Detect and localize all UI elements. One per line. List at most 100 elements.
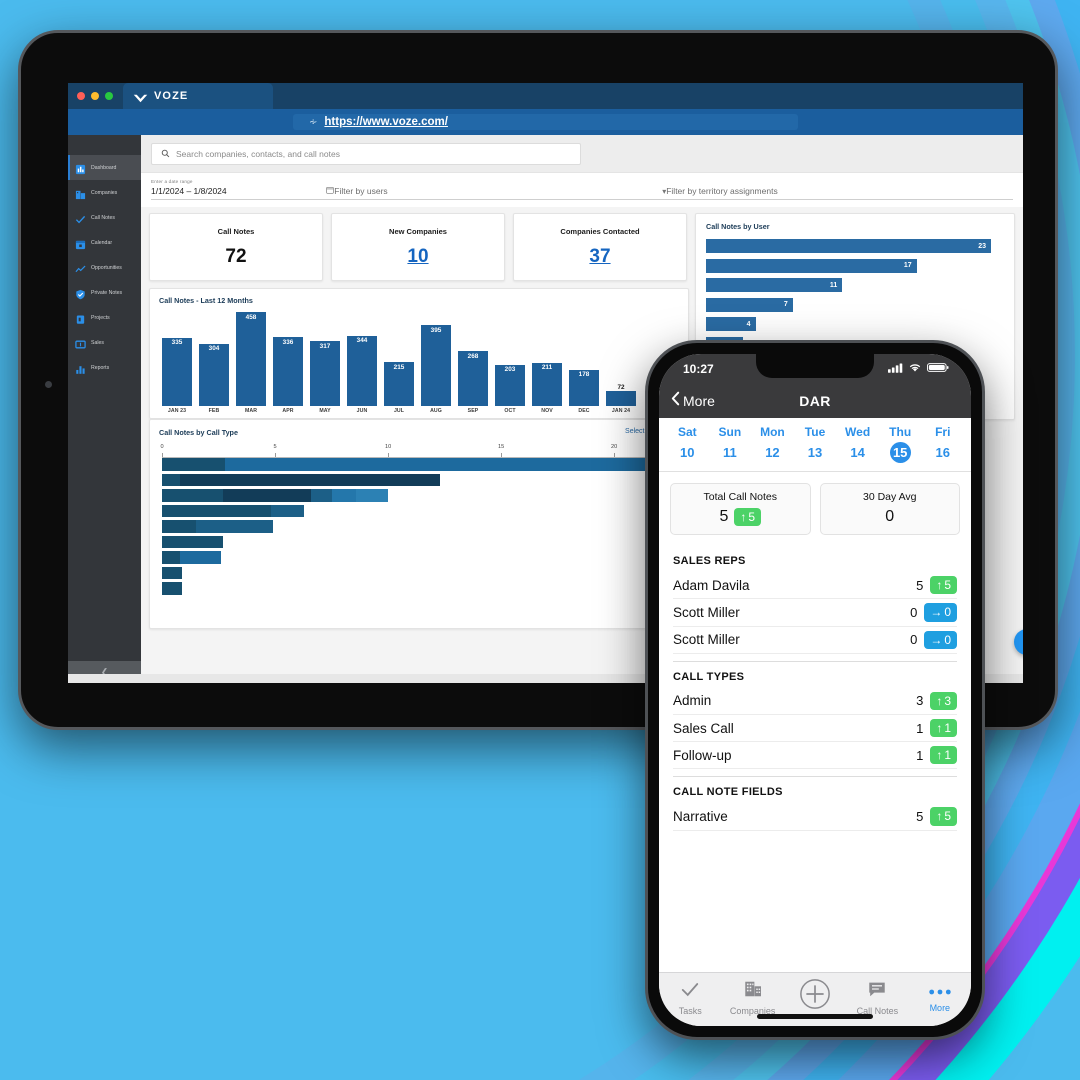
- call-type-bar[interactable]: [162, 535, 679, 548]
- sidebar-item-call-notes[interactable]: Call Notes: [68, 205, 141, 230]
- day-number[interactable]: 12: [762, 442, 783, 463]
- window-traffic-lights[interactable]: [68, 83, 123, 109]
- close-window-button[interactable]: [77, 92, 85, 100]
- zoom-window-button[interactable]: [105, 92, 113, 100]
- day-number[interactable]: 15: [889, 442, 911, 463]
- user-bar[interactable]: 23: [706, 239, 991, 253]
- day-number[interactable]: 16: [932, 442, 953, 463]
- sidebar-item-projects[interactable]: Projects: [68, 305, 141, 330]
- call-type-segment[interactable]: [162, 504, 271, 517]
- sidebar-item-calendar[interactable]: Calendar: [68, 230, 141, 255]
- sidebar-item-reports[interactable]: Reports: [68, 355, 141, 380]
- call-type-segment[interactable]: [162, 473, 181, 486]
- back-button[interactable]: More: [671, 391, 715, 411]
- call-type-segment[interactable]: [162, 551, 181, 564]
- monthly-bar[interactable]: 336: [273, 337, 303, 406]
- territory-filter-placeholder[interactable]: Filter by territory assignments: [666, 186, 777, 196]
- day-number[interactable]: 11: [719, 442, 740, 463]
- day-number[interactable]: 14: [847, 442, 868, 463]
- day-strip-item[interactable]: Fri 16: [921, 425, 964, 463]
- call-type-bar[interactable]: [162, 582, 679, 595]
- sidebar-item-companies[interactable]: Companies: [68, 180, 141, 205]
- monthly-bar[interactable]: 203: [495, 364, 525, 406]
- monthly-bar[interactable]: 458: [236, 312, 266, 406]
- tab-tasks[interactable]: Tasks: [659, 979, 721, 1016]
- call-type-bar[interactable]: [162, 566, 679, 579]
- day-strip-item[interactable]: Wed 14: [836, 425, 879, 463]
- monthly-bar[interactable]: 317: [310, 341, 340, 406]
- call-type-bar[interactable]: [162, 551, 679, 564]
- call-type-segment[interactable]: [162, 520, 196, 533]
- monthly-bar[interactable]: 395: [421, 325, 451, 406]
- day-strip-item[interactable]: Sat 10: [666, 425, 709, 463]
- list-item[interactable]: Adam Davila 5 ↑ 5: [673, 572, 957, 600]
- calendar-picker-icon[interactable]: [326, 186, 334, 196]
- kpi-value-link[interactable]: 37: [589, 246, 610, 268]
- user-bar[interactable]: 17: [706, 258, 917, 273]
- call-type-segment[interactable]: [223, 489, 312, 502]
- call-type-segment[interactable]: [180, 551, 221, 564]
- tab-more[interactable]: More: [909, 983, 971, 1013]
- call-type-bar[interactable]: [162, 489, 679, 502]
- monthly-bar[interactable]: 268: [458, 351, 488, 406]
- tab-call-notes[interactable]: Call Notes: [846, 979, 908, 1016]
- call-type-bar[interactable]: [162, 458, 679, 471]
- day-strip-item[interactable]: Mon 12: [751, 425, 794, 463]
- users-filter[interactable]: Filter by users ▾: [334, 179, 667, 203]
- day-strip-item[interactable]: Tue 13: [794, 425, 837, 463]
- monthly-bar[interactable]: 72: [606, 380, 636, 406]
- call-type-segment[interactable]: [224, 458, 679, 471]
- date-range-value[interactable]: 1/1/2024 – 1/8/2024: [151, 186, 227, 196]
- tab-companies[interactable]: Companies: [721, 979, 783, 1016]
- summary-card[interactable]: 30 Day Avg 0: [819, 483, 960, 536]
- call-type-segment[interactable]: [180, 473, 441, 486]
- sidebar-item-sales[interactable]: Sales: [68, 330, 141, 355]
- url-pill[interactable]: ∻ https://www.voze.com/: [293, 114, 798, 130]
- monthly-bar[interactable]: 211: [532, 362, 562, 406]
- call-type-segment[interactable]: [162, 489, 224, 502]
- day-number[interactable]: 10: [677, 442, 698, 463]
- date-range-filter[interactable]: Enter a date range 1/1/2024 – 1/8/2024: [151, 179, 335, 203]
- add-button[interactable]: [784, 978, 846, 1017]
- monthly-bar[interactable]: 304: [199, 343, 229, 406]
- day-strip[interactable]: Sat 10 Sun 11 Mon 12 Tue 13 Wed 14 Thu 15 Fri 16: [659, 418, 971, 472]
- url-text[interactable]: https://www.voze.com/: [324, 116, 448, 128]
- kpi-card-new-companies[interactable]: New Companies 10: [331, 213, 505, 281]
- territory-filter[interactable]: Filter by territory assignments: [666, 179, 1013, 203]
- panel-collapse-fab[interactable]: ❮: [1014, 629, 1023, 655]
- monthly-bar[interactable]: 178: [569, 369, 599, 406]
- monthly-bar[interactable]: 335: [162, 337, 192, 406]
- list-item[interactable]: Scott Miller 0 → 0: [673, 599, 957, 627]
- list-item[interactable]: Narrative 5 ↑ 5: [673, 803, 957, 831]
- call-type-segment[interactable]: [162, 582, 183, 595]
- monthly-bar[interactable]: 344: [347, 335, 377, 406]
- day-number[interactable]: 13: [805, 442, 826, 463]
- call-type-bar[interactable]: [162, 504, 679, 517]
- sidebar-item-opportunities[interactable]: Opportunities: [68, 255, 141, 280]
- day-strip-item[interactable]: Thu 15: [879, 425, 922, 463]
- sidebar-item-private-notes[interactable]: Private Notes: [68, 280, 141, 305]
- monthly-bar[interactable]: 215: [384, 362, 414, 406]
- search-input[interactable]: Search companies, contacts, and call not…: [151, 143, 581, 165]
- call-type-segment[interactable]: [162, 535, 224, 548]
- browser-url-bar[interactable]: ∻ https://www.voze.com/: [68, 109, 1023, 135]
- user-bar[interactable]: 11: [706, 278, 843, 292]
- day-strip-item[interactable]: Sun 11: [709, 425, 752, 463]
- call-type-segment[interactable]: [162, 566, 183, 579]
- summary-card[interactable]: Total Call Notes 5 ↑ 5: [670, 483, 811, 536]
- call-type-segment[interactable]: [331, 489, 357, 502]
- sidebar-item-dashboard[interactable]: Dashboard: [68, 155, 141, 180]
- minimize-window-button[interactable]: [91, 92, 99, 100]
- list-item[interactable]: Scott Miller 0 → 0: [673, 627, 957, 654]
- kpi-card-call-notes[interactable]: Call Notes 72: [149, 213, 323, 281]
- call-type-segment[interactable]: [356, 489, 389, 502]
- call-type-bar[interactable]: [162, 520, 679, 533]
- call-type-segment[interactable]: [162, 458, 225, 471]
- users-filter-placeholder[interactable]: Filter by users: [334, 186, 387, 196]
- user-bar[interactable]: 4: [706, 317, 756, 331]
- kpi-value-link[interactable]: 10: [407, 246, 428, 268]
- call-type-segment[interactable]: [311, 489, 332, 502]
- user-bar[interactable]: 7: [706, 297, 793, 312]
- call-type-bar[interactable]: [162, 473, 679, 486]
- list-item[interactable]: Sales Call 1 ↑ 1: [673, 715, 957, 743]
